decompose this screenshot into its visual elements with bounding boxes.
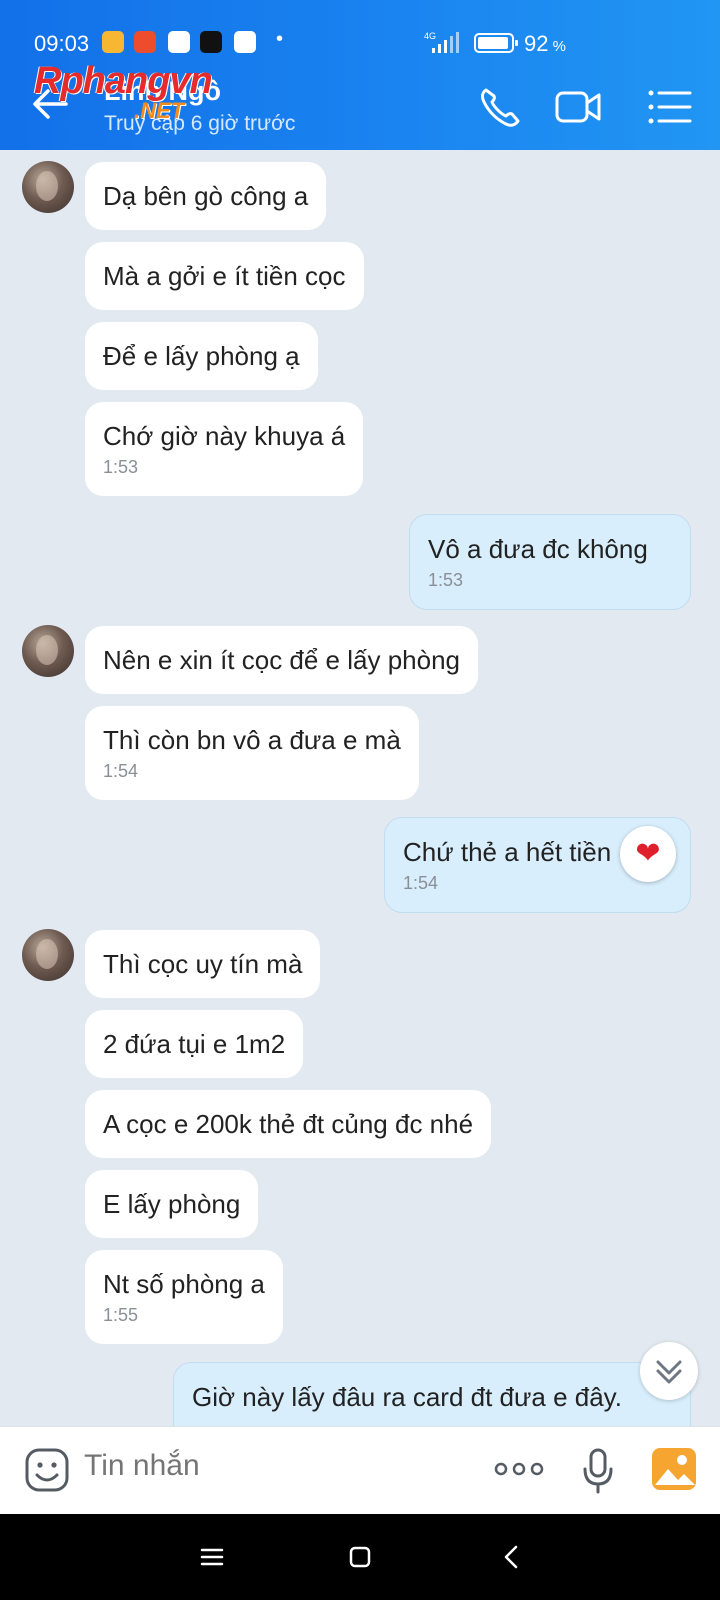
message-bubble-incoming[interactable]: E lấy phòng [85,1170,259,1238]
message-bubble-incoming[interactable]: Để e lấy phòng ạ [85,322,318,390]
message-time: 1:54 [103,761,139,781]
signal-icon: 4G [424,31,459,53]
message-bubble-incoming[interactable]: Dạ bên gò công a [85,162,327,230]
message-text: Dạ bên gò công a [103,181,309,211]
notes-app-icon [102,31,124,53]
zalo-icon [234,31,256,53]
message-bubble-incoming[interactable]: Chớ giờ này khuya á 1:53 [85,402,364,496]
battery-level: 92 % [524,31,566,56]
message-text: 2 đứa tụi e 1m2 [103,1029,286,1059]
network-type: 4G [424,31,436,41]
message-text: A cọc e 200k thẻ đt củng đc nhé [103,1109,474,1139]
message-text: Thì cọc uy tín mà [103,949,303,979]
avatar[interactable] [22,161,74,213]
last-seen-status: Truy cập 6 giờ trước [104,112,296,135]
message-bubble-incoming[interactable]: Nt số phòng a 1:55 [85,1250,283,1344]
message-time: 1:55 [103,1305,139,1325]
message-text: Mà a gởi e ít tiền cọc [103,261,346,291]
more-icon[interactable] [494,1457,544,1481]
message-text: Để e lấy phòng ạ [103,341,300,371]
watermark-logo-sub: .NET [134,98,185,123]
chat-header: Linh Ngô Truy cập 6 giờ trước Rphangvn .… [0,60,720,150]
message-text: Thì còn bn vô a đưa e mà [103,725,401,755]
status-time: 09:03 [34,31,90,56]
message-text: E lấy phòng [103,1189,241,1219]
message-text: Vô a đưa đc không [428,534,648,564]
avatar[interactable] [22,929,74,981]
avatar[interactable] [22,625,74,677]
message-input-bar [0,1426,720,1514]
message-text: Nt số phòng a [103,1269,265,1299]
message-bubble-incoming[interactable]: Thì còn bn vô a đưa e mà 1:54 [85,706,419,800]
message-bubble-outgoing[interactable]: Giờ này lấy đâu ra card đt đưa e đây. [173,1362,691,1426]
message-bubble-incoming[interactable]: Mà a gởi e ít tiền cọc [85,242,364,310]
more-notifications-dot: • [276,28,284,50]
message-input[interactable] [84,1449,464,1483]
zalo-icon [168,31,190,53]
message-time: 1:53 [103,457,139,477]
message-text: Chứ thẻ a hết tiền [403,837,612,867]
phone-icon[interactable] [476,84,526,130]
image-icon[interactable] [651,1447,697,1491]
chevron-double-down-icon[interactable] [640,1342,698,1400]
home-icon[interactable] [345,1542,375,1572]
battery-icon [474,33,518,53]
message-bubble-incoming[interactable]: Thì cọc uy tín mà [85,930,321,998]
message-bubble-incoming[interactable]: Nên e xin ít cọc để e lấy phòng [85,626,479,694]
watermark-logo: Rphangvn [34,60,213,102]
shopee-icon [134,31,156,53]
sticker-icon[interactable] [24,1447,70,1493]
message-text: Nên e xin ít cọc để e lấy phòng [103,645,461,675]
system-navigation-bar [0,1514,720,1600]
microphone-icon[interactable] [580,1447,616,1495]
video-call-icon[interactable] [554,84,604,130]
back-icon[interactable] [497,1542,527,1572]
message-bubble-incoming[interactable]: 2 đứa tụi e 1m2 [85,1010,304,1078]
message-time: 1:53 [428,570,464,590]
message-bubble-incoming[interactable]: A cọc e 200k thẻ đt củng đc nhé [85,1090,492,1158]
message-text: Giờ này lấy đâu ra card đt đưa e đây. [192,1382,622,1412]
message-bubble-outgoing[interactable]: Vô a đưa đc không 1:53 [409,514,691,610]
menu-list-icon[interactable] [646,84,696,130]
recent-apps-icon[interactable] [197,1542,227,1572]
tiktok-icon [200,31,222,53]
heart-reaction-icon[interactable]: ❤ [620,826,676,882]
status-bar: 09:03 • 4G 92 % [0,0,720,64]
message-text: Chớ giờ này khuya á [103,421,346,451]
